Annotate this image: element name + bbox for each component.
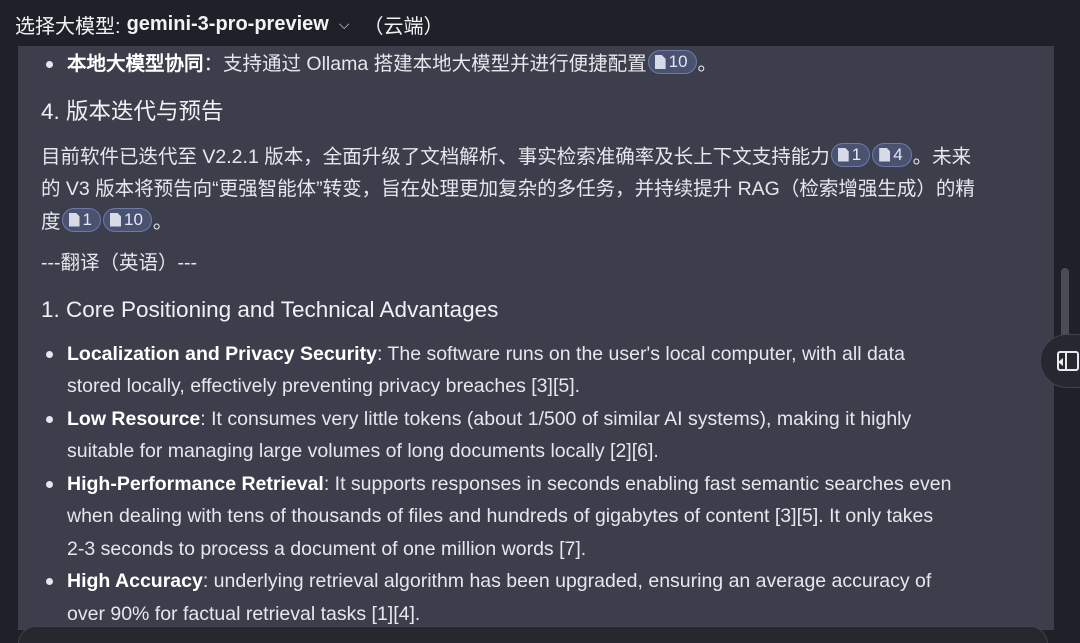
translation-divider: ---翻译（英语）--- xyxy=(41,252,197,274)
document-icon xyxy=(109,212,121,227)
bullet-title: Localization and Privacy Security xyxy=(67,342,377,365)
paragraph-line: 度 1 10 。 xyxy=(41,206,1036,239)
model-location-tag: （云端） xyxy=(363,15,444,38)
bullet-text: : It supports responses in seconds enabl… xyxy=(323,472,952,495)
list-item: Localization and Privacy Security: The s… xyxy=(41,338,1036,403)
list-item-line: Low Resource: It consumes very little to… xyxy=(67,403,1036,436)
sidebar-toggle-icon xyxy=(1057,351,1079,371)
chat-input-bar[interactable] xyxy=(18,626,1048,643)
citation-badge[interactable]: 1 xyxy=(830,142,871,167)
model-name[interactable]: gemini-3-pro-preview xyxy=(127,13,329,36)
bullet-list-english: Localization and Privacy Security: The s… xyxy=(41,338,1036,631)
list-item-line: when dealing with tens of thousands of f… xyxy=(67,505,934,527)
citation-number: 10 xyxy=(123,209,143,229)
bullet-text: : underlying retrieval algorithm has bee… xyxy=(202,570,932,592)
punctuation: 。 xyxy=(697,53,718,75)
paragraph-line: 的 V3 版本将预告向“更强智能体”转变，旨在处理更加复杂的多任务，并持续提升 … xyxy=(41,178,975,200)
document-icon xyxy=(654,55,666,69)
citation-badge[interactable]: 10 xyxy=(647,50,697,74)
document-icon xyxy=(879,147,891,162)
paragraph: 目前软件已迭代至 V2.2.1 版本，全面升级了文档解析、事实检索准确率及长上下… xyxy=(41,141,1036,239)
chat-message-content: 本地大模型协同：支持通过 Ollama 搭建本地大模型并进行便捷配置 10 。 4.… xyxy=(18,46,1054,630)
bullet-list-local: 本地大模型协同：支持通过 Ollama 搭建本地大模型并进行便捷配置 10 。 xyxy=(41,48,1036,81)
list-item-line: High-Performance Retrieval: It supports … xyxy=(67,468,1036,501)
citation-number: 1 xyxy=(82,209,92,229)
document-icon xyxy=(837,147,849,162)
document-icon xyxy=(68,212,80,227)
citation-badge[interactable]: 10 xyxy=(102,207,152,232)
citation-number: 1 xyxy=(851,144,862,164)
list-item-line: stored locally, effectively preventing p… xyxy=(67,375,581,397)
scrollbar-thumb[interactable] xyxy=(1061,268,1069,338)
paragraph-line: 目前软件已迭代至 V2.2.1 版本，全面升级了文档解析、事实检索准确率及长上下… xyxy=(41,141,1036,174)
bullet-text: ：支持通过 Ollama 搭建本地大模型并进行便捷配置 xyxy=(203,53,647,75)
list-item: 本地大模型协同：支持通过 Ollama 搭建本地大模型并进行便捷配置 10 。 xyxy=(41,48,1036,81)
bullet-title: High-Performance Retrieval xyxy=(67,472,324,495)
bullet-title: Low Resource xyxy=(67,407,201,430)
bullet-text: : The software runs on the user's local … xyxy=(376,342,905,365)
paragraph-text: 度 xyxy=(41,210,61,233)
list-item: High Accuracy: underlying retrieval algo… xyxy=(41,565,1036,630)
list-item: High-Performance Retrieval: It supports … xyxy=(41,468,1036,566)
citation-number: 4 xyxy=(893,144,903,164)
citation-badge[interactable]: 1 xyxy=(61,207,101,232)
paragraph-text: 目前软件已迭代至 V2.2.1 版本，全面升级了文档解析、事实检索准确率及长上下… xyxy=(41,145,830,168)
list-item-line: 2-3 seconds to process a document of one… xyxy=(67,537,587,560)
bullet-text: : It consumes very little tokens (about … xyxy=(200,407,912,430)
bullet-title: 本地大模型协同 xyxy=(67,53,204,75)
citation-number: 10 xyxy=(668,52,688,71)
citation-badge[interactable]: 4 xyxy=(872,142,912,167)
section-heading: 1. Core Positioning and Technical Advant… xyxy=(41,296,499,322)
list-item-line: High Accuracy: underlying retrieval algo… xyxy=(67,565,1036,598)
model-selector-label: 选择大模型: xyxy=(15,15,121,38)
paragraph-text: 。 xyxy=(152,210,173,233)
model-selector-bar: 选择大模型: gemini-3-pro-preview ⌵ （云端） xyxy=(0,0,1080,48)
bullet-title: High Accuracy xyxy=(67,570,203,592)
list-item-line: suitable for managing large volumes of l… xyxy=(67,440,659,462)
list-item-line: Localization and Privacy Security: The s… xyxy=(67,338,1036,371)
paragraph-text: 。未来 xyxy=(912,145,972,168)
chevron-down-icon[interactable]: ⌵ xyxy=(339,16,350,33)
section-heading: 4. 版本迭代与预告 xyxy=(41,98,224,124)
list-item: Low Resource: It consumes very little to… xyxy=(41,403,1036,468)
